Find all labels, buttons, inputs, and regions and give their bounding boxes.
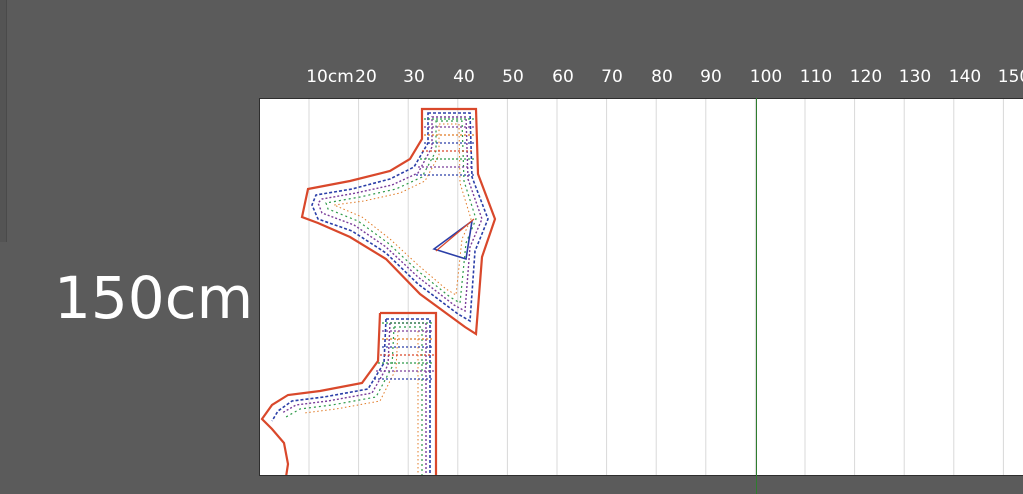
ruler-label: 40 bbox=[453, 67, 475, 87]
cut-line bbox=[300, 107, 497, 336]
dart bbox=[432, 219, 474, 261]
height-label: 150cm bbox=[54, 264, 254, 332]
seam-line-orange bbox=[303, 330, 419, 475]
seam-line-blue bbox=[311, 112, 489, 323]
cut-line bbox=[260, 311, 438, 475]
width-marker-line[interactable] bbox=[756, 98, 757, 494]
pattern-svg bbox=[260, 99, 1004, 476]
seam-line-purple bbox=[281, 322, 427, 475]
ruler-label: 130 bbox=[898, 67, 932, 87]
ruler-label: 120 bbox=[849, 67, 883, 87]
ruler-label: 50 bbox=[502, 67, 524, 87]
bodice-back-piece[interactable] bbox=[260, 311, 438, 476]
ruler-label: 110 bbox=[799, 67, 833, 87]
seam-line-green bbox=[285, 326, 423, 475]
ruler-label: 140 bbox=[948, 67, 982, 87]
ruler-label: 90 bbox=[700, 67, 722, 87]
ruler-label: 70 bbox=[601, 67, 623, 87]
ruler-label: 30 bbox=[403, 67, 425, 87]
seam-line-blue bbox=[271, 318, 431, 475]
grading-lines bbox=[416, 118, 474, 176]
left-panel-edge[interactable] bbox=[0, 0, 7, 242]
ruler-label: 150 bbox=[997, 67, 1023, 87]
ruler-label: 20 bbox=[355, 67, 377, 87]
ruler-label: 10cm bbox=[306, 67, 354, 87]
ruler-label: 80 bbox=[651, 67, 673, 87]
pattern-layout-view: 10cm 20 30 40 50 60 70 80 90 100 110 120… bbox=[0, 0, 1023, 494]
bodice-front-piece[interactable] bbox=[300, 107, 497, 336]
ruler-label: 60 bbox=[552, 67, 574, 87]
ruler-label: 100 bbox=[749, 67, 783, 87]
pattern-canvas[interactable] bbox=[259, 98, 1023, 476]
grading-lines bbox=[374, 322, 434, 380]
top-bar bbox=[0, 0, 1023, 8]
